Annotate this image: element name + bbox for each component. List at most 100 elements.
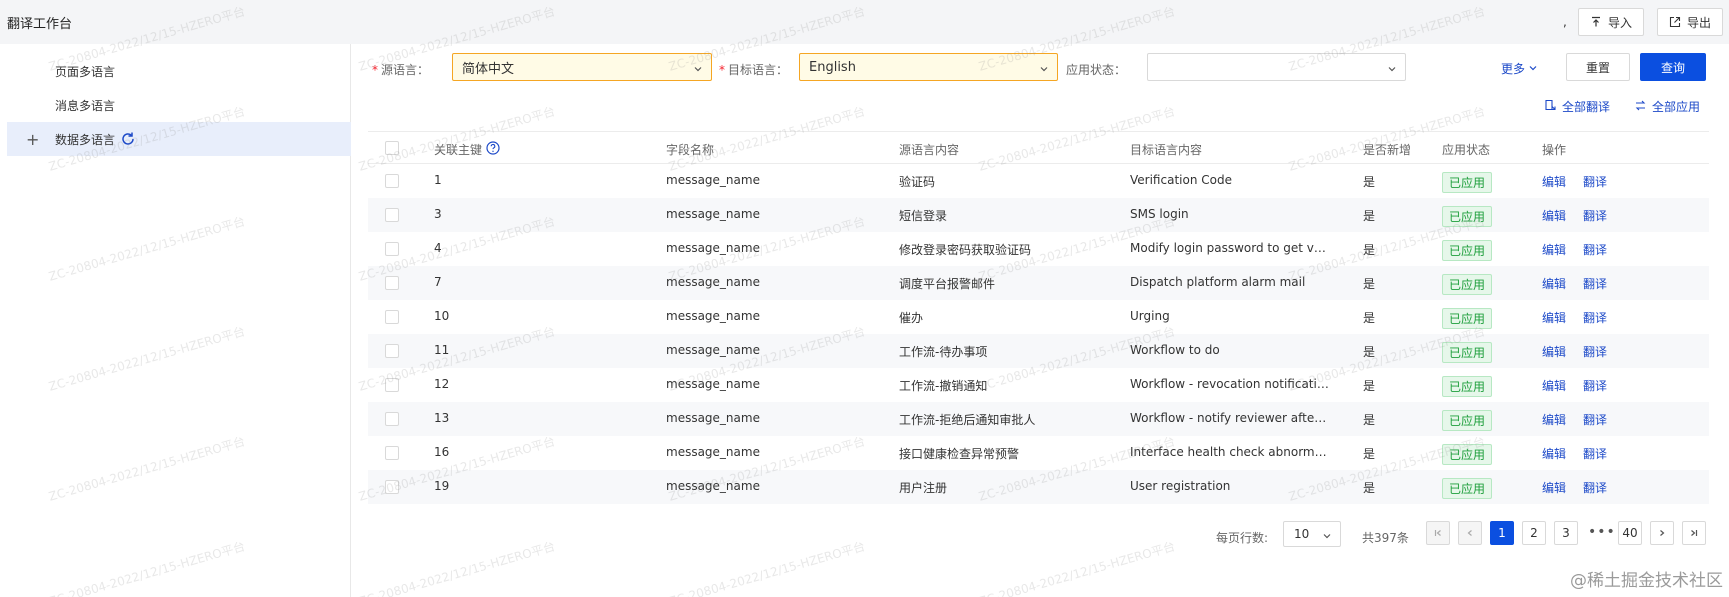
- cell-field: message_name: [666, 445, 760, 459]
- status-badge: 已应用: [1442, 376, 1493, 397]
- translate-link[interactable]: 翻译: [1583, 411, 1607, 428]
- expand-plus-icon[interactable]: +: [26, 130, 39, 149]
- translate-icon: [1544, 99, 1557, 115]
- translate-all-button[interactable]: 全部翻译: [1544, 98, 1610, 115]
- edit-link[interactable]: 编辑: [1542, 309, 1566, 326]
- page-title: 翻译工作台: [7, 17, 73, 32]
- row-checkbox[interactable]: [385, 208, 399, 222]
- apply-status-select[interactable]: [1147, 53, 1406, 81]
- edit-link[interactable]: 编辑: [1542, 479, 1566, 496]
- cell-field: message_name: [666, 173, 760, 187]
- reset-button[interactable]: 重置: [1566, 53, 1630, 81]
- edit-link[interactable]: 编辑: [1542, 343, 1566, 360]
- cell-source: 工作流-待办事项: [899, 345, 988, 359]
- more-filters-link[interactable]: 更多: [1501, 60, 1538, 77]
- cell-target: Dispatch platform alarm mail: [1130, 275, 1306, 289]
- page-button-2[interactable]: 2: [1522, 521, 1546, 545]
- status-badge: 已应用: [1442, 410, 1493, 431]
- cell-key: 4: [434, 241, 442, 255]
- page-button-1[interactable]: 1: [1490, 521, 1514, 545]
- cell-source: 短信登录: [899, 209, 948, 223]
- edit-link[interactable]: 编辑: [1542, 411, 1566, 428]
- edit-link[interactable]: 编辑: [1542, 173, 1566, 190]
- target-language-value: English: [809, 59, 856, 75]
- row-checkbox[interactable]: [385, 276, 399, 290]
- next-page-button[interactable]: [1650, 521, 1674, 545]
- edit-link[interactable]: 编辑: [1542, 241, 1566, 258]
- source-language-value: 简体中文: [462, 61, 515, 77]
- cell-is-new: 是: [1363, 243, 1376, 257]
- last-page-button[interactable]: [1682, 521, 1706, 545]
- translate-link[interactable]: 翻译: [1583, 309, 1607, 326]
- cell-target: Workflow - notify reviewer after ...: [1130, 411, 1330, 425]
- refresh-icon[interactable]: [120, 131, 136, 150]
- row-checkbox[interactable]: [385, 174, 399, 188]
- row-checkbox[interactable]: [385, 310, 399, 324]
- column-header-status: 应用状态: [1442, 143, 1491, 157]
- cell-is-new: 是: [1363, 209, 1376, 223]
- row-checkbox[interactable]: [385, 344, 399, 358]
- import-button[interactable]: 导入: [1578, 8, 1644, 36]
- status-badge: 已应用: [1442, 274, 1493, 295]
- cell-source: 工作流-撤销通知: [899, 379, 988, 393]
- edit-link[interactable]: 编辑: [1542, 445, 1566, 462]
- translate-link[interactable]: 翻译: [1583, 275, 1607, 292]
- edit-link[interactable]: 编辑: [1542, 377, 1566, 394]
- page-size-select[interactable]: 10: [1283, 521, 1341, 547]
- chevron-down-icon: [1528, 62, 1538, 76]
- export-button[interactable]: 导出: [1657, 8, 1723, 36]
- status-badge: 已应用: [1442, 342, 1493, 363]
- translate-link[interactable]: 翻译: [1583, 479, 1607, 496]
- target-language-select[interactable]: English: [799, 53, 1058, 81]
- cell-is-new: 是: [1363, 311, 1376, 325]
- sidebar-item-message-language[interactable]: 消息多语言: [7, 88, 351, 122]
- cell-is-new: 是: [1363, 447, 1376, 461]
- cell-source: 验证码: [899, 175, 936, 189]
- row-checkbox[interactable]: [385, 412, 399, 426]
- select-all-checkbox[interactable]: [385, 141, 399, 155]
- cell-field: message_name: [666, 343, 760, 357]
- translate-link[interactable]: 翻译: [1583, 173, 1607, 190]
- table-row: 13 message_name 工作流-拒绝后通知审批人 Workflow - …: [368, 402, 1709, 436]
- table-row: 11 message_name 工作流-待办事项 Workflow to do …: [368, 334, 1709, 368]
- cell-key: 3: [434, 207, 442, 221]
- first-page-button[interactable]: [1426, 521, 1450, 545]
- source-language-select[interactable]: 简体中文: [452, 53, 712, 81]
- table-row: 16 message_name 接口健康检查异常预警 Interface hea…: [368, 436, 1709, 470]
- status-badge: 已应用: [1442, 444, 1493, 465]
- translate-link[interactable]: 翻译: [1583, 377, 1607, 394]
- cell-target: Urging: [1130, 309, 1170, 323]
- page-ellipsis[interactable]: •••: [1588, 524, 1616, 540]
- cell-key: 16: [434, 445, 450, 459]
- question-icon[interactable]: [486, 141, 500, 158]
- sidebar-item-data-language[interactable]: + 数据多语言: [7, 122, 351, 156]
- page-button-3[interactable]: 3: [1554, 521, 1578, 545]
- table-row: 12 message_name 工作流-撤销通知 Workflow - revo…: [368, 368, 1709, 402]
- target-language-label: * 目标语言：: [719, 63, 789, 77]
- sidebar-item-label: 消息多语言: [55, 98, 116, 113]
- edit-link[interactable]: 编辑: [1542, 207, 1566, 224]
- row-checkbox[interactable]: [385, 480, 399, 494]
- sidebar-item-page-language[interactable]: 页面多语言: [7, 54, 351, 88]
- cell-target: User registration: [1130, 479, 1231, 493]
- translate-link[interactable]: 翻译: [1583, 445, 1607, 462]
- translate-link[interactable]: 翻译: [1583, 241, 1607, 258]
- edit-link[interactable]: 编辑: [1542, 275, 1566, 292]
- cell-key: 10: [434, 309, 450, 323]
- cell-target: SMS login: [1130, 207, 1189, 221]
- translation-table: 关联主键 字段名称 源语言内容 目标语言内容 是否新增 应用状态 操作 1 me…: [368, 131, 1709, 504]
- page-size-label: 每页行数:: [1216, 531, 1269, 545]
- query-button[interactable]: 查询: [1640, 53, 1706, 81]
- row-checkbox[interactable]: [385, 446, 399, 460]
- translate-link[interactable]: 翻译: [1583, 343, 1607, 360]
- site-watermark: @稀土掘金技术社区: [1570, 571, 1723, 591]
- apply-all-button[interactable]: 全部应用: [1634, 98, 1700, 115]
- row-checkbox[interactable]: [385, 242, 399, 256]
- prev-page-button[interactable]: [1458, 521, 1482, 545]
- translate-link[interactable]: 翻译: [1583, 207, 1607, 224]
- page-button-40[interactable]: 40: [1618, 521, 1642, 545]
- row-checkbox[interactable]: [385, 378, 399, 392]
- cell-target: Interface health check abnormal ...: [1130, 445, 1330, 459]
- cell-source: 催办: [899, 311, 924, 325]
- last-page-icon: [1691, 530, 1698, 536]
